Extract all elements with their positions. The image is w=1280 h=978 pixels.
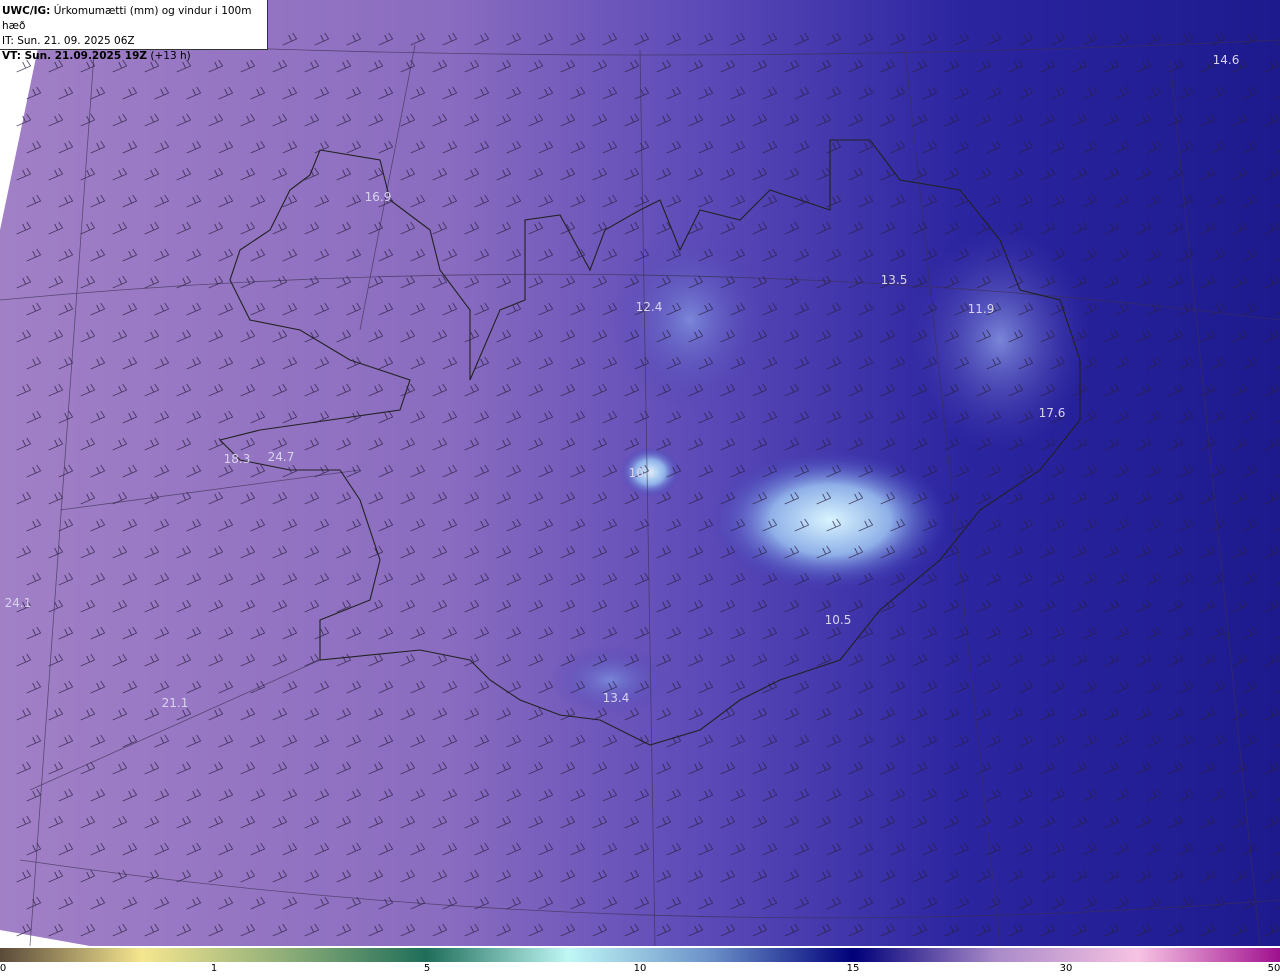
map-value-label: 13.4: [602, 691, 630, 705]
map-value-label: 18.3: [223, 452, 251, 466]
map-value-label: 24.7: [267, 450, 295, 464]
model-name: UWC/IG:: [2, 5, 51, 17]
title-box: UWC/IG: Úrkomumætti (mm) og vindur i 100…: [0, 0, 268, 62]
init-time: IT: Sun. 21. 09. 2025 06Z: [2, 35, 135, 47]
colorbar-tick: 30: [1059, 963, 1073, 974]
valid-time: VT: Sun. 21.09.2025 19Z: [2, 50, 148, 62]
colorbar-tick: 5: [423, 963, 431, 974]
map-value-label: 17.6: [1038, 406, 1066, 420]
lead-time: (+13 h): [150, 50, 191, 62]
colorbar-tick: 50: [1267, 963, 1280, 974]
map-value-label: 13.5: [880, 273, 908, 287]
map-value-label: 10.0: [628, 466, 656, 480]
colorbar-tick: 0: [0, 963, 7, 974]
map-value-label: 16.9: [364, 190, 392, 204]
map-value-label: 24.1: [4, 596, 32, 610]
map-value-label: 10.5: [824, 613, 852, 627]
map-value-label: 14.6: [1212, 53, 1240, 67]
map-value-label: 11.9: [967, 302, 995, 316]
precip-maximum-north: [610, 230, 770, 410]
colorbar-ticks: 0 1 5 10 15 30 50: [0, 962, 1280, 978]
map-value-label: 21.1: [161, 696, 189, 710]
colorbar-tick: 1: [210, 963, 218, 974]
map-value-label: 12.4: [635, 300, 663, 314]
colorbar-tick: 10: [633, 963, 647, 974]
colorbar: [0, 948, 1280, 962]
colorbar-tick: 15: [846, 963, 860, 974]
precip-maximum-vatnajokull: [710, 450, 950, 590]
